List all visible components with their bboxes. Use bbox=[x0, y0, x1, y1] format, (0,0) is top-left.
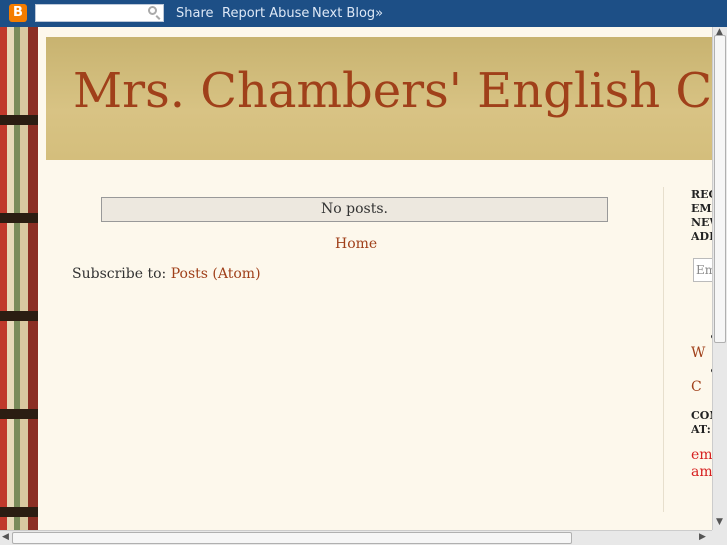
scrollbar-corner bbox=[712, 530, 727, 545]
subscribe-line: Subscribe to: Posts (Atom) bbox=[72, 266, 261, 282]
vertical-scroll-thumb[interactable] bbox=[714, 35, 726, 343]
subscribe-label: Subscribe to: bbox=[72, 266, 171, 282]
search-input[interactable] bbox=[35, 4, 164, 22]
blogger-logo-icon[interactable]: B bbox=[9, 4, 27, 22]
scroll-right-icon[interactable]: ▶ bbox=[699, 532, 706, 542]
next-blog-link[interactable]: Next Blog» bbox=[312, 6, 383, 21]
horizontal-scroll-thumb[interactable] bbox=[12, 532, 572, 544]
blog-title[interactable]: Mrs. Chambers' English Class bbox=[73, 63, 712, 119]
blog-header: Mrs. Chambers' English Class bbox=[46, 37, 712, 160]
navbar: B Share Report Abuse Next Blog» bbox=[0, 0, 727, 27]
bookshelf-background bbox=[0, 27, 38, 545]
posts-atom-link[interactable]: Posts (Atom) bbox=[171, 266, 261, 282]
horizontal-scrollbar[interactable]: ◀ ▶ bbox=[0, 530, 712, 545]
page-content: Mrs. Chambers' English Class No posts. H… bbox=[38, 27, 721, 530]
no-posts-status: No posts. bbox=[101, 197, 608, 222]
report-abuse-link[interactable]: Report Abuse bbox=[222, 6, 309, 21]
vertical-scrollbar[interactable]: ▲ ▼ bbox=[712, 27, 727, 530]
scroll-left-icon[interactable]: ◀ bbox=[2, 532, 9, 542]
scroll-down-icon[interactable]: ▼ bbox=[716, 517, 723, 527]
home-link[interactable]: Home bbox=[335, 236, 377, 252]
sidebar-divider bbox=[663, 187, 664, 512]
search-icon[interactable] bbox=[148, 6, 157, 15]
share-link[interactable]: Share bbox=[176, 6, 214, 21]
